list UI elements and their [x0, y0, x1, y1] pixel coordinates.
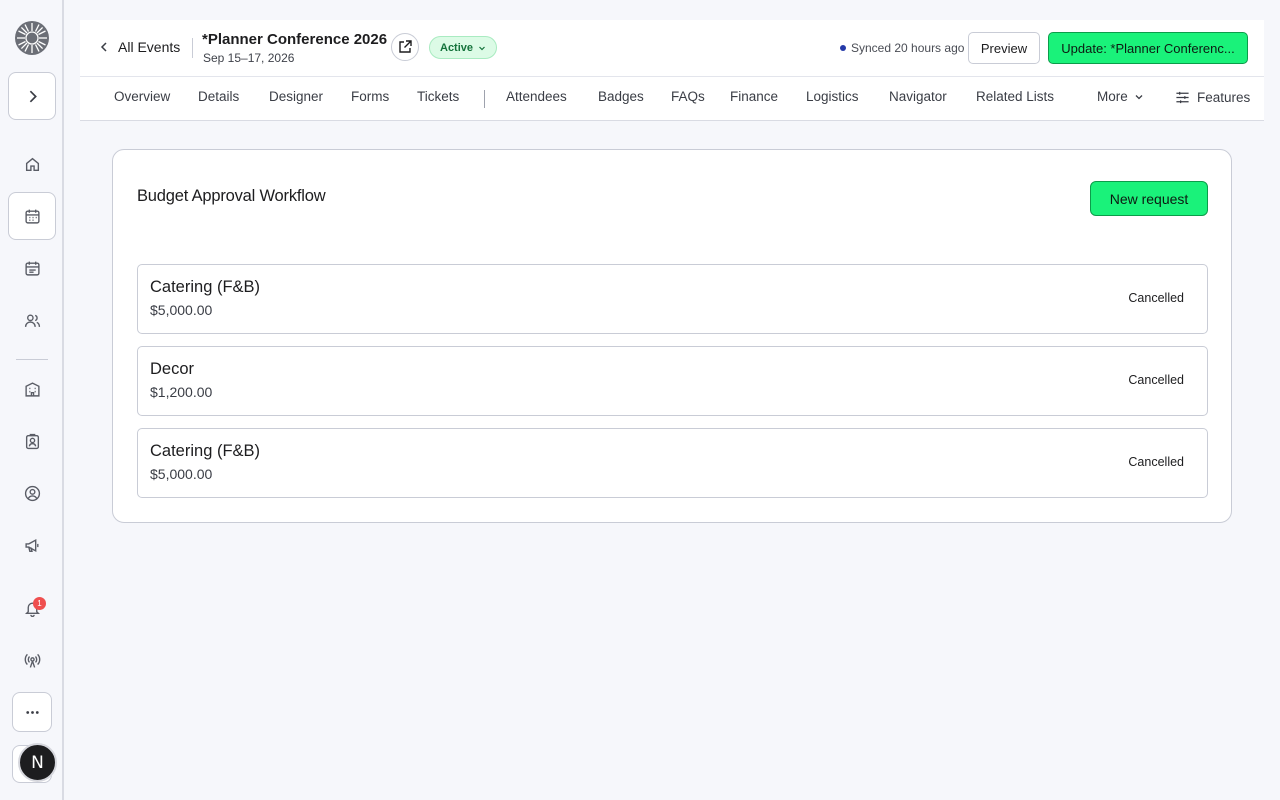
more-icon: [25, 710, 39, 714]
tab-faqs[interactable]: FAQs: [671, 89, 705, 104]
request-status: Cancelled: [1128, 373, 1184, 387]
user-circle-icon: [24, 485, 40, 501]
request-item[interactable]: Decor $1,200.00 Cancelled: [137, 346, 1208, 416]
building-icon: [24, 381, 40, 397]
sliders-icon: [1176, 91, 1189, 104]
tab-finance[interactable]: Finance: [730, 89, 778, 104]
tabs-divider: [484, 90, 485, 108]
request-name: Catering (F&B): [150, 278, 261, 296]
avatar[interactable]: N: [18, 743, 57, 782]
schedule-button[interactable]: [16, 252, 48, 284]
external-link-icon: [399, 40, 412, 53]
request-name: Decor: [150, 360, 195, 378]
megaphone-icon: [24, 538, 39, 552]
request-amount: $5,000.00: [150, 302, 213, 318]
contacts-button[interactable]: [16, 477, 48, 509]
event-header: All Events *Planner Conference 2026 Sep …: [80, 20, 1264, 76]
preview-button[interactable]: Preview: [968, 32, 1040, 64]
budget-approval-card: Budget Approval Workflow New request Cat…: [112, 149, 1232, 523]
back-label: All Events: [118, 39, 181, 55]
card-title: Budget Approval Workflow: [137, 187, 326, 205]
open-external-button[interactable]: [391, 33, 419, 61]
notification-count-badge: 1: [33, 597, 46, 610]
tab-designer[interactable]: Designer: [269, 89, 323, 104]
sync-dot-icon: [840, 45, 846, 51]
event-tabs: Overview Details Designer Forms Tickets …: [80, 76, 1264, 121]
request-item[interactable]: Catering (F&B) $5,000.00 Cancelled: [137, 264, 1208, 334]
tab-logistics[interactable]: Logistics: [806, 89, 859, 104]
event-title: *Planner Conference 2026: [202, 31, 388, 48]
expand-sidebar-button[interactable]: [8, 72, 56, 120]
logo-icon[interactable]: [14, 20, 50, 56]
tab-navigator[interactable]: Navigator: [889, 89, 947, 104]
request-amount: $1,200.00: [150, 384, 213, 400]
new-request-button[interactable]: New request: [1090, 181, 1208, 216]
chevron-down-icon: [479, 46, 485, 50]
people-button[interactable]: [16, 304, 48, 336]
marketing-button[interactable]: [16, 529, 48, 561]
events-button[interactable]: [8, 192, 56, 240]
sidebar-divider: [16, 359, 48, 360]
tab-details[interactable]: Details: [198, 89, 239, 104]
status-label: Active: [440, 41, 474, 54]
update-button[interactable]: Update: *Planner Conferenc...: [1048, 32, 1248, 64]
tab-tickets[interactable]: Tickets: [417, 89, 459, 104]
chevron-down-icon: [1135, 94, 1143, 99]
sync-status: Synced 20 hours ago: [840, 41, 964, 55]
schedule-icon: [24, 261, 40, 276]
people-icon: [24, 313, 40, 327]
more-label: More: [1097, 89, 1128, 104]
chevron-left-icon: [100, 42, 107, 52]
tab-badges[interactable]: Badges: [598, 89, 644, 104]
request-amount: $5,000.00: [150, 466, 213, 482]
back-to-events-link[interactable]: All Events: [98, 39, 180, 55]
tab-attendees[interactable]: Attendees: [506, 89, 567, 104]
request-item[interactable]: Catering (F&B) $5,000.00 Cancelled: [137, 428, 1208, 498]
broadcast-icon: [24, 653, 40, 668]
calendar-icon: [24, 209, 40, 224]
badges-button[interactable]: [16, 425, 48, 457]
event-dates: Sep 15–17, 2026: [203, 51, 295, 65]
broadcast-button[interactable]: [16, 644, 48, 676]
status-badge[interactable]: Active: [429, 36, 498, 59]
tab-overview[interactable]: Overview: [114, 89, 170, 104]
features-button[interactable]: Features: [1175, 90, 1250, 105]
sync-text: Synced 20 hours ago: [851, 41, 965, 55]
sidebar: 1 N: [0, 0, 64, 800]
venues-button[interactable]: [16, 373, 48, 405]
request-status: Cancelled: [1128, 455, 1184, 469]
more-tabs-dropdown[interactable]: More: [1097, 89, 1144, 104]
tab-forms[interactable]: Forms: [351, 89, 389, 104]
home-button[interactable]: [16, 148, 48, 180]
tab-related-lists[interactable]: Related Lists: [976, 89, 1054, 104]
more-options-button[interactable]: [12, 692, 52, 732]
header-divider: [192, 38, 193, 58]
request-status: Cancelled: [1128, 291, 1184, 305]
home-icon: [25, 157, 39, 171]
chevron-right-icon: [29, 90, 37, 102]
request-name: Catering (F&B): [150, 442, 261, 460]
badge-icon: [25, 433, 39, 449]
features-label: Features: [1197, 90, 1251, 105]
